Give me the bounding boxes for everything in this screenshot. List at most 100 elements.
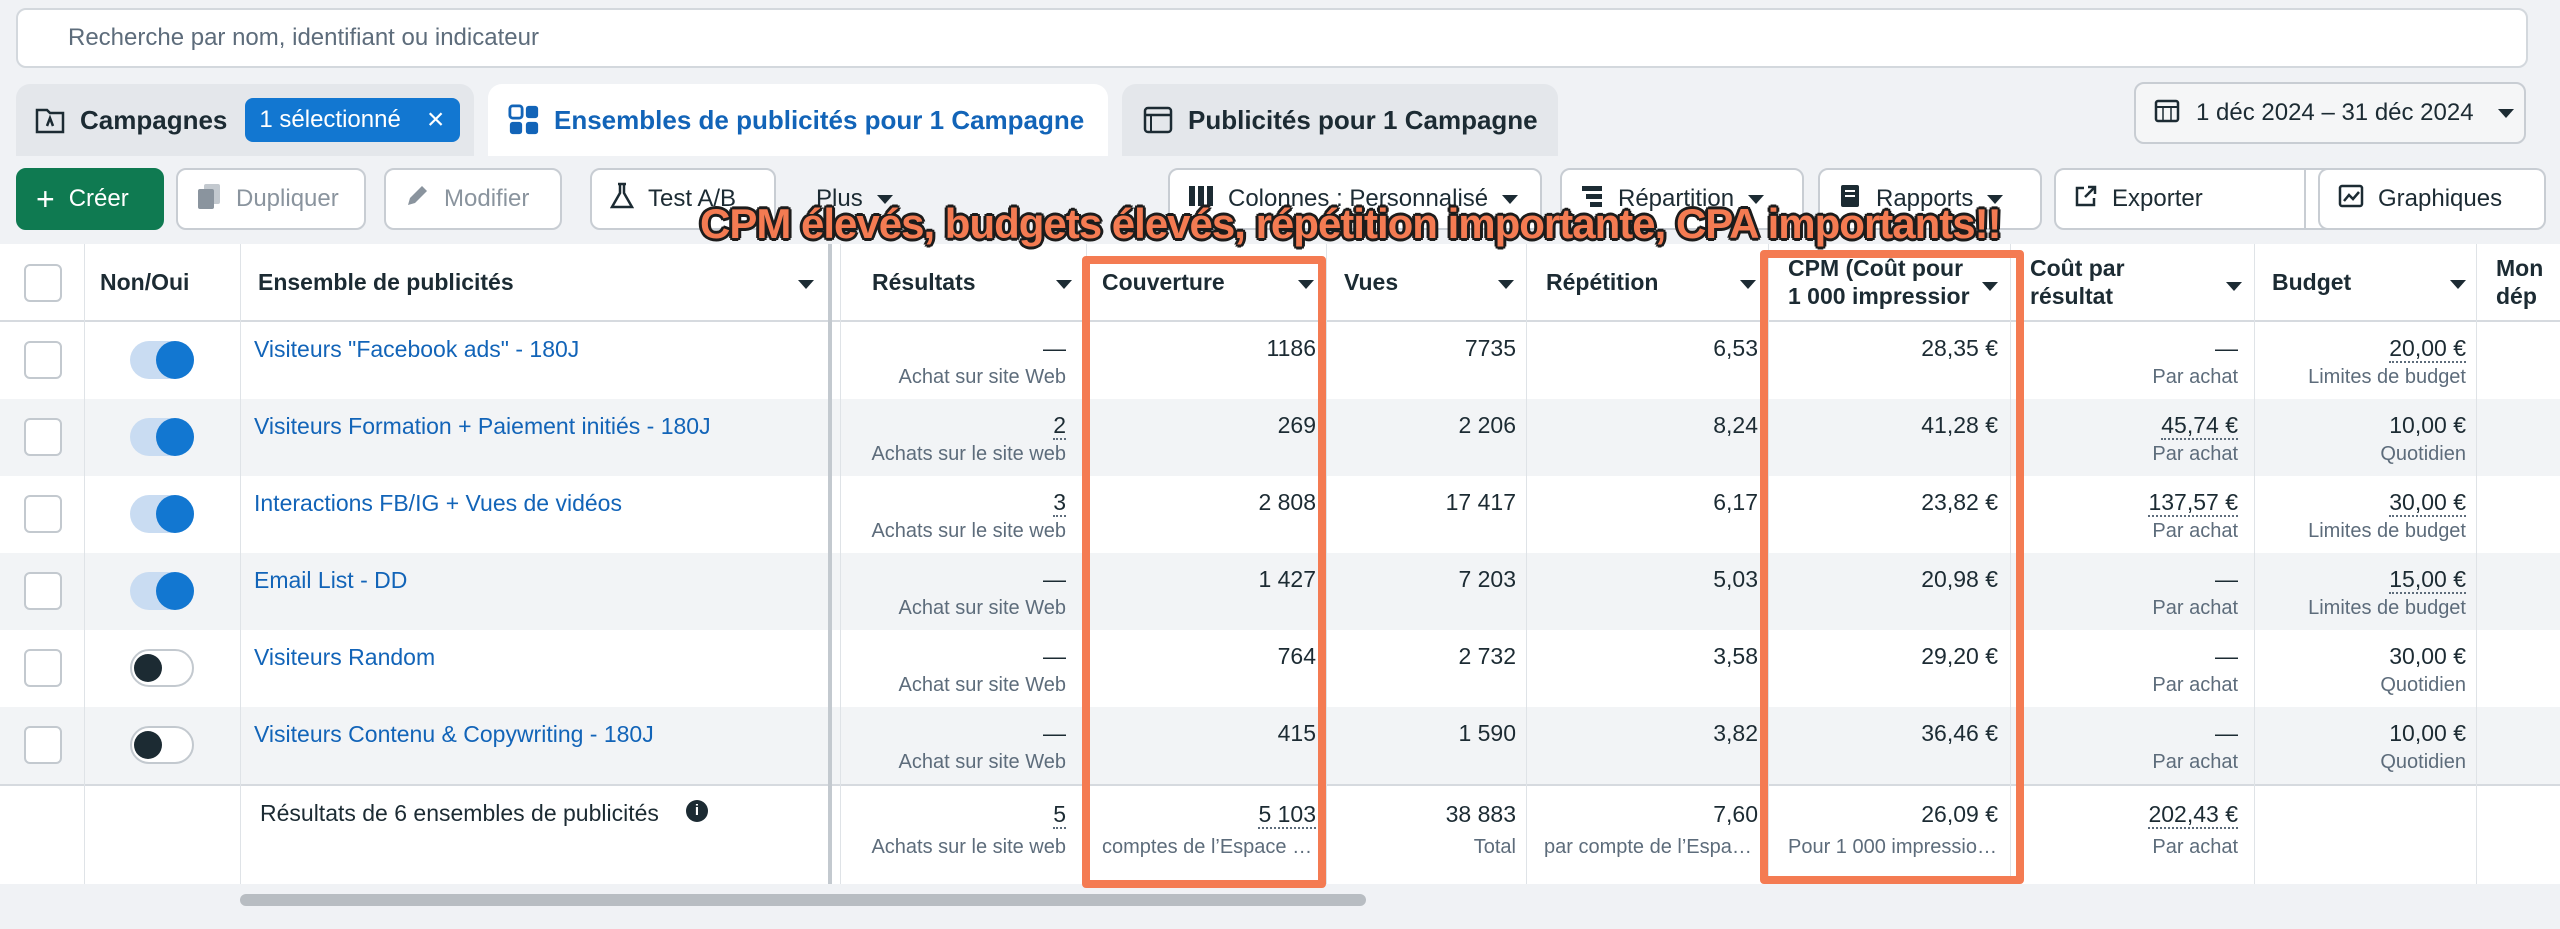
toggle-knob — [156, 572, 194, 610]
chevron-down-icon[interactable] — [798, 280, 814, 289]
info-icon[interactable]: i — [686, 800, 708, 822]
tab-ads[interactable]: Publicités pour 1 Campagne — [1122, 84, 1558, 156]
chevron-down-icon[interactable] — [2226, 282, 2242, 291]
pencil-icon — [404, 183, 430, 216]
folder-icon — [34, 105, 66, 135]
adset-name-link[interactable]: Email List - DD — [254, 567, 407, 594]
row-checkbox[interactable] — [24, 572, 62, 610]
results-value: — — [1043, 335, 1066, 361]
views-value: 2 732 — [1458, 643, 1516, 669]
budget-sub: Quotidien — [2380, 674, 2466, 696]
date-range-label: 1 déc 2024 – 31 déc 2024 — [2196, 99, 2474, 126]
adset-name-link[interactable]: Interactions FB/IG + Vues de vidéos — [254, 490, 622, 517]
budget-sub: Quotidien — [2380, 751, 2466, 773]
adset-name-link[interactable]: Visiteurs Formation + Paiement initiés -… — [254, 413, 711, 440]
results-value: — — [1043, 720, 1066, 746]
chevron-down-icon — [2497, 108, 2514, 118]
horizontal-scrollbar[interactable] — [240, 894, 1366, 906]
col-divider — [1526, 244, 1527, 884]
chevron-down-icon[interactable] — [1498, 280, 1514, 289]
tab-adsets-label: Ensembles de publicités pour 1 Campagne — [554, 104, 1085, 135]
cpr-value: 45,74 € — [2161, 412, 2238, 440]
frozen-divider — [828, 244, 832, 884]
budget-value: 10,00 € — [2389, 412, 2466, 438]
create-button[interactable]: + Créer — [16, 168, 164, 230]
charts-button[interactable]: Graphiques — [2318, 168, 2546, 230]
selection-badge: 1 sélectionné × — [245, 98, 461, 142]
cpr-sub: Par achat — [2152, 443, 2238, 465]
summary-views-sub: Total — [1473, 836, 1516, 858]
ad-icon — [1142, 105, 1174, 135]
col-toggle: Non/Oui — [100, 244, 220, 322]
edit-button[interactable]: Modifier — [384, 168, 562, 230]
export-button[interactable]: Exporter — [2054, 168, 2306, 230]
col-cost-per-result[interactable]: Coût par résultat — [2030, 244, 2210, 322]
summary-results-sub: Achats sur le site web — [871, 836, 1066, 858]
chart-icon — [2338, 184, 2364, 215]
frequency-value: 3,82 — [1713, 720, 1758, 746]
row-checkbox[interactable] — [24, 726, 62, 764]
chevron-down-icon[interactable] — [2450, 280, 2466, 289]
search-input[interactable]: Recherche par nom, identifiant ou indica… — [16, 8, 2528, 68]
col-divider — [240, 244, 241, 884]
col-divider — [84, 244, 85, 884]
col-name-label: Ensemble de publicités — [258, 268, 514, 295]
adset-name-link[interactable]: Visiteurs Contenu & Copywriting - 180J — [254, 721, 654, 748]
col-spent-label-1: Mon — [2496, 255, 2544, 281]
col-results[interactable]: Résultats — [872, 244, 1072, 322]
row-checkbox[interactable] — [24, 495, 62, 533]
calendar-icon — [2154, 97, 2180, 130]
adset-name-link[interactable]: Visiteurs Random — [254, 644, 435, 671]
results-value: — — [1043, 566, 1066, 592]
cpr-sub: Par achat — [2152, 597, 2238, 619]
results-sub: Achat sur site Web — [898, 597, 1066, 619]
cpr-sub: Par achat — [2152, 674, 2238, 696]
adset-name-link[interactable]: Visiteurs "Facebook ads" - 180J — [254, 336, 579, 363]
delivery-toggle[interactable] — [130, 341, 194, 379]
delivery-toggle[interactable] — [130, 418, 194, 456]
views-value: 1 590 — [1458, 720, 1516, 746]
col-views[interactable]: Vues — [1344, 244, 1464, 322]
col-divider — [840, 244, 841, 884]
export-button-label: Exporter — [2112, 185, 2203, 212]
col-frequency[interactable]: Répétition — [1546, 244, 1746, 322]
col-toggle-label: Non/Oui — [100, 268, 190, 295]
row-checkbox[interactable] — [24, 341, 62, 379]
toggle-knob — [134, 654, 162, 682]
duplicate-button[interactable]: Dupliquer — [176, 168, 366, 230]
toggle-knob — [156, 495, 194, 533]
delivery-toggle[interactable] — [130, 726, 194, 764]
tab-campaigns[interactable]: Campagnes 1 sélectionné × — [16, 84, 474, 156]
cpr-value: — — [2215, 566, 2238, 592]
frequency-value: 5,03 — [1713, 566, 1758, 592]
budget-sub: Limites de budget — [2308, 520, 2466, 542]
delivery-toggle[interactable] — [130, 495, 194, 533]
create-button-label: Créer — [68, 185, 129, 212]
col-amount-spent[interactable]: Mon dép — [2496, 244, 2560, 322]
col-divider — [2254, 244, 2255, 884]
views-value: 7 203 — [1458, 566, 1516, 592]
date-range-picker[interactable]: 1 déc 2024 – 31 déc 2024 — [2134, 82, 2526, 144]
frequency-value: 3,58 — [1713, 643, 1758, 669]
col-name[interactable]: Ensemble de publicités — [258, 244, 818, 322]
cpr-value: — — [2215, 643, 2238, 669]
views-value: 17 417 — [1445, 489, 1516, 515]
row-checkbox[interactable] — [24, 418, 62, 456]
copy-icon — [196, 182, 222, 217]
col-views-label: Vues — [1344, 268, 1399, 295]
select-all-checkbox[interactable] — [24, 264, 62, 302]
delivery-toggle[interactable] — [130, 572, 194, 610]
close-icon[interactable]: × — [427, 103, 445, 137]
chevron-down-icon[interactable] — [1740, 280, 1756, 289]
duplicate-button-label: Dupliquer — [236, 185, 339, 212]
annotation-text: CPM élevés, budgets élevés, répétition i… — [700, 200, 2002, 247]
results-sub: Achats sur le site web — [871, 443, 1066, 465]
row-checkbox[interactable] — [24, 649, 62, 687]
results-value: 2 — [1053, 412, 1066, 440]
delivery-toggle[interactable] — [130, 649, 194, 687]
tab-adsets[interactable]: Ensembles de publicités pour 1 Campagne — [488, 84, 1108, 156]
budget-sub: Limites de budget — [2308, 366, 2466, 388]
chevron-down-icon[interactable] — [1056, 280, 1072, 289]
col-cpr-label-1: Coût par — [2030, 255, 2125, 281]
col-budget[interactable]: Budget — [2272, 244, 2392, 322]
